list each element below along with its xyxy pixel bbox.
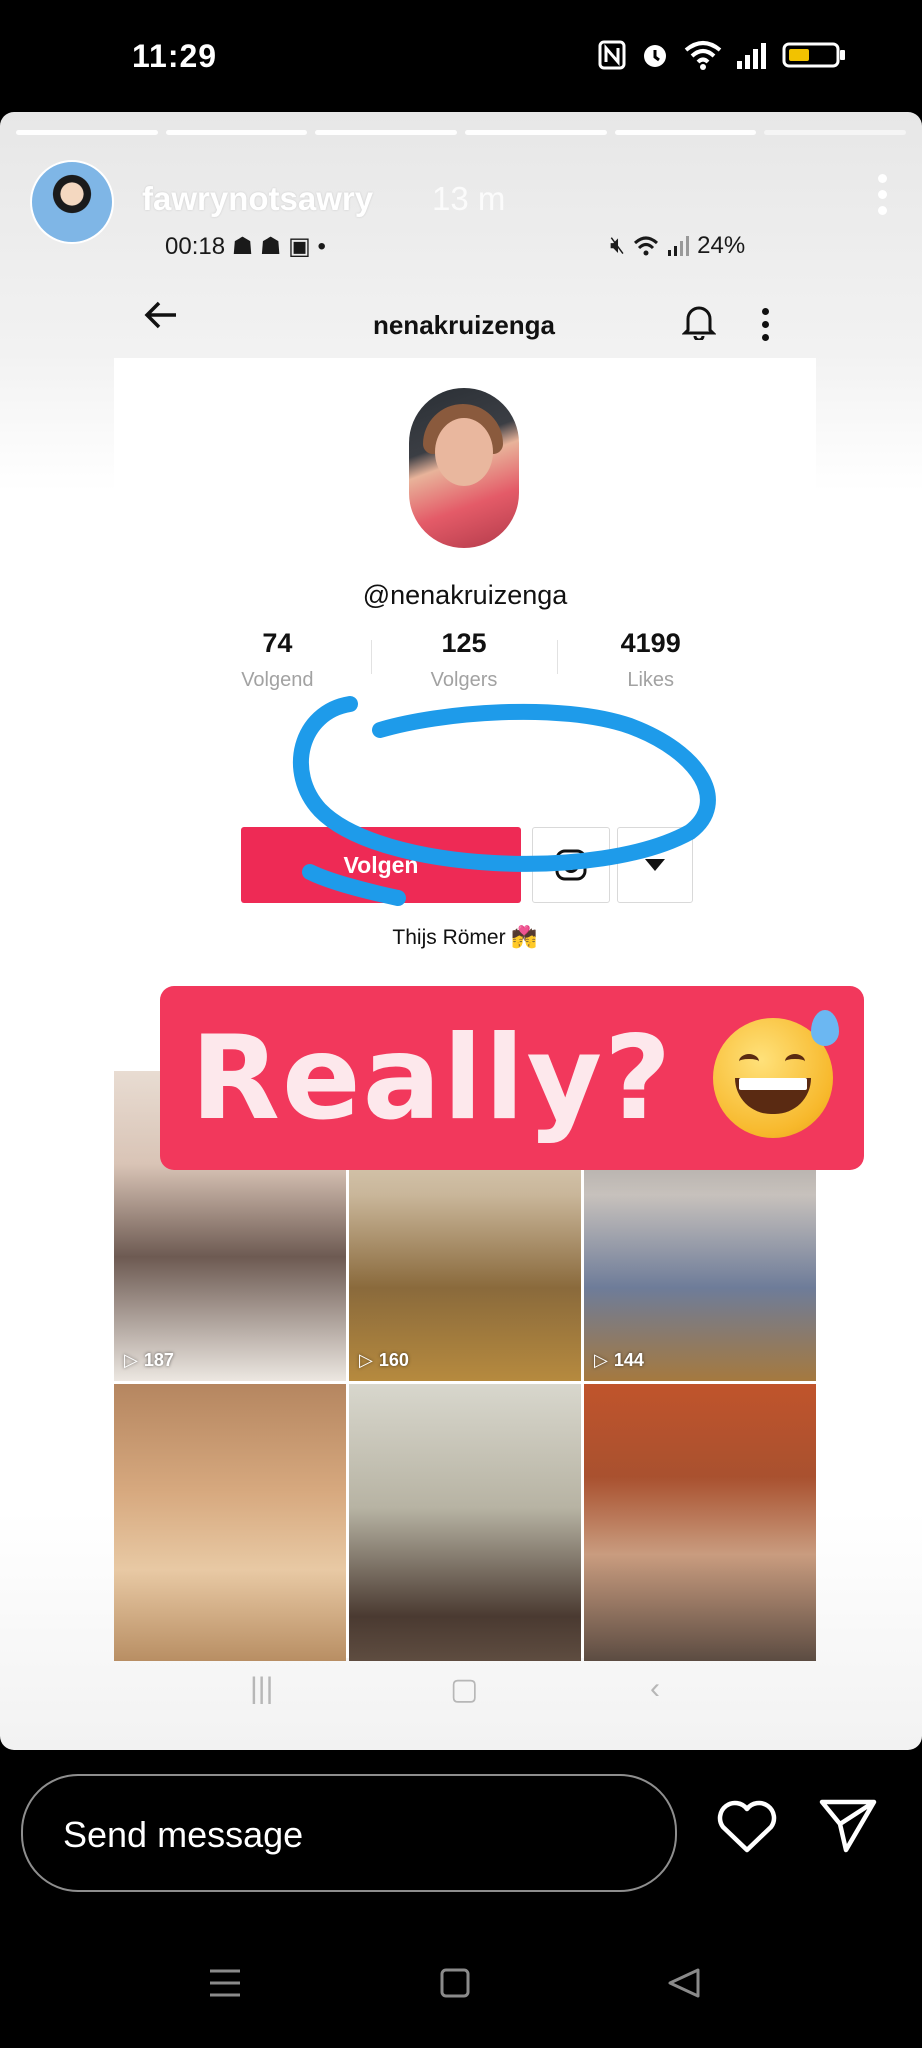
nfc-icon <box>598 40 626 70</box>
clock: 11:29 <box>132 38 218 74</box>
send-icon[interactable] <box>818 1798 878 1854</box>
story-viewer[interactable]: fawrynotsawry 13 m 00:18 ☗ ☗ ▣ • 🔇︎ 24% … <box>0 112 922 1750</box>
heart-icon[interactable] <box>716 1798 778 1854</box>
message-placeholder: Send message <box>63 1814 304 1855</box>
grinning-sweat-emoji-icon <box>713 1010 840 1138</box>
battery-icon <box>782 42 845 68</box>
drawn-circle-annotation <box>292 696 716 906</box>
message-input[interactable]: Send message <box>21 1774 677 1892</box>
alarm-icon <box>644 45 666 67</box>
menu-icon[interactable] <box>208 1968 242 1998</box>
status-bar: 11:29 <box>0 0 922 112</box>
signal-icon <box>737 43 766 69</box>
status-icons <box>598 40 846 70</box>
reply-bar: Send message <box>0 1750 922 1910</box>
sticker-text: Really? <box>190 1010 674 1146</box>
system-nav-bar <box>0 1910 922 2048</box>
wifi-icon <box>684 41 722 70</box>
back-icon[interactable] <box>668 1968 700 1998</box>
home-icon[interactable] <box>440 1968 470 1998</box>
text-sticker[interactable]: Really? <box>160 986 864 1170</box>
